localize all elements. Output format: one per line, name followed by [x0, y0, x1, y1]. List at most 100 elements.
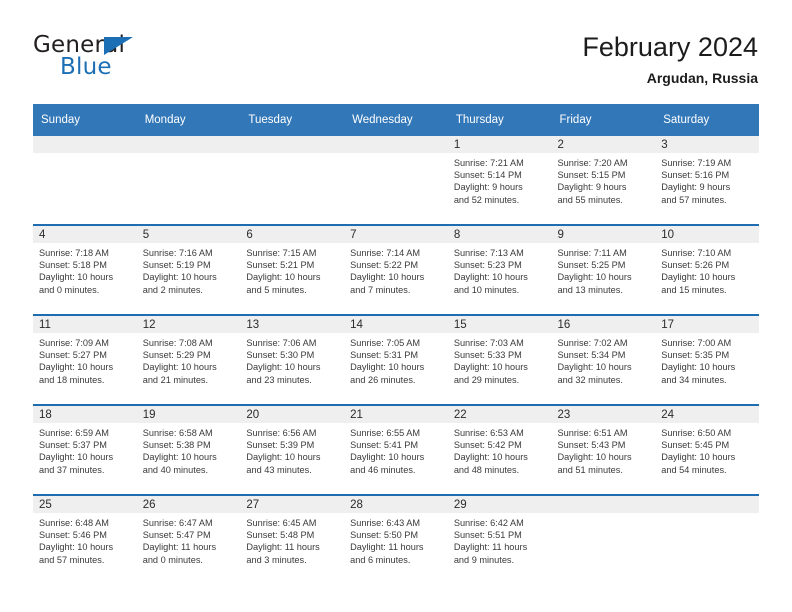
day-number: 28: [344, 496, 448, 513]
daylight-duration-line2: and 21 minutes.: [142, 374, 209, 385]
daylight-duration-line1: Daylight: 10 hours: [453, 362, 528, 373]
calendar-day-cell[interactable]: 27 Sunrise: 6:45 AM Sunset: 5:48 PM Dayligh…: [240, 494, 345, 584]
day-number: [240, 136, 345, 153]
calendar-empty-cell: [33, 136, 137, 225]
day-details: Sunrise: 7:15 AM Sunset: 5:21 PM Daylight:…: [240, 243, 344, 296]
sunrise-time: Sunrise: 7:00 AM: [661, 338, 732, 348]
calendar-day-cell[interactable]: 7 Sunrise: 7:14 AM Sunset: 5:22 PM Daylight…: [344, 224, 448, 315]
day-number: 22: [447, 406, 552, 423]
calendar-day-cell[interactable]: 4 Sunrise: 7:18 AM Sunset: 5:18 PM Daylight…: [33, 224, 137, 315]
sunrise-time: Sunrise: 6:42 AM: [453, 518, 524, 528]
calendar-day-cell[interactable]: 18 Sunrise: 6:59 AM Sunset: 5:37 PM Dayligh…: [33, 404, 137, 495]
calendar-day-cell[interactable]: 5 Sunrise: 7:16 AM Sunset: 5:19 PM Daylight…: [136, 224, 241, 315]
day-details: Sunrise: 7:14 AM Sunset: 5:22 PM Daylight:…: [344, 243, 448, 296]
day-number: 19: [136, 406, 241, 423]
day-number: 8: [447, 226, 552, 243]
calendar-week-row: 1 Sunrise: 7:21 AM Sunset: 5:14 PM Daylight…: [33, 136, 759, 225]
day-details: Sunrise: 6:53 AM Sunset: 5:42 PM Daylight:…: [448, 423, 552, 476]
calendar-day-cell[interactable]: 23 Sunrise: 6:51 AM Sunset: 5:43 PM Dayligh…: [551, 404, 656, 495]
calendar-day-cell[interactable]: 8 Sunrise: 7:13 AM Sunset: 5:23 PM Daylight…: [447, 224, 552, 315]
calendar-day-cell[interactable]: 3 Sunrise: 7:19 AM Sunset: 5:16 PM Daylight…: [655, 136, 759, 225]
sunset-time: Sunset: 5:27 PM: [39, 350, 107, 361]
calendar-day-cell[interactable]: 16 Sunrise: 7:02 AM Sunset: 5:34 PM Dayligh…: [551, 314, 656, 405]
daylight-duration-line2: and 54 minutes.: [661, 464, 727, 475]
calendar-day-cell[interactable]: 28 Sunrise: 6:43 AM Sunset: 5:50 PM Dayligh…: [344, 494, 448, 584]
sunrise-time: Sunrise: 7:16 AM: [142, 248, 213, 258]
daylight-duration-line1: Daylight: 10 hours: [557, 272, 632, 283]
day-details: Sunrise: 7:03 AM Sunset: 5:33 PM Daylight:…: [448, 333, 552, 386]
calendar-day-cell[interactable]: 1 Sunrise: 7:21 AM Sunset: 5:14 PM Daylight…: [447, 136, 552, 225]
calendar-day-cell[interactable]: 14 Sunrise: 7:05 AM Sunset: 5:31 PM Dayligh…: [344, 314, 448, 405]
brand-logo[interactable]: General Blue: [33, 32, 233, 88]
calendar-day-cell[interactable]: 29 Sunrise: 6:42 AM Sunset: 5:51 PM Dayligh…: [447, 494, 552, 584]
day-number: [655, 496, 759, 513]
sunrise-time: Sunrise: 7:10 AM: [661, 248, 732, 258]
calendar-empty-cell: [240, 136, 345, 225]
daylight-duration-line1: Daylight: 10 hours: [246, 272, 321, 283]
day-details: Sunrise: 7:05 AM Sunset: 5:31 PM Daylight:…: [344, 333, 448, 386]
sunrise-time: Sunrise: 6:59 AM: [39, 428, 109, 438]
calendar-day-cell[interactable]: 25 Sunrise: 6:48 AM Sunset: 5:46 PM Dayligh…: [33, 494, 137, 584]
daylight-duration-line1: Daylight: 10 hours: [246, 452, 321, 463]
calendar-day-cell[interactable]: 19 Sunrise: 6:58 AM Sunset: 5:38 PM Dayligh…: [136, 404, 241, 495]
sunrise-time: Sunrise: 6:45 AM: [246, 518, 317, 528]
daylight-duration-line2: and 55 minutes.: [557, 194, 623, 205]
day-details: Sunrise: 6:48 AM Sunset: 5:46 PM Daylight:…: [33, 513, 137, 566]
day-number: 20: [240, 406, 345, 423]
daylight-duration-line2: and 3 minutes.: [246, 554, 307, 565]
day-details: Sunrise: 7:16 AM Sunset: 5:19 PM Daylight:…: [137, 243, 241, 296]
daylight-duration-line1: Daylight: 10 hours: [557, 362, 632, 373]
calendar-day-cell[interactable]: 2 Sunrise: 7:20 AM Sunset: 5:15 PM Daylight…: [551, 136, 656, 225]
calendar-page: General Blue February 2024 Argudan, Russ…: [0, 0, 792, 612]
daylight-duration-line1: Daylight: 10 hours: [453, 452, 528, 463]
calendar-day-cell[interactable]: 21 Sunrise: 6:55 AM Sunset: 5:41 PM Dayligh…: [344, 404, 448, 495]
calendar-day-cell[interactable]: 22 Sunrise: 6:53 AM Sunset: 5:42 PM Dayligh…: [447, 404, 552, 495]
daylight-duration-line2: and 0 minutes.: [39, 284, 100, 295]
weekday-header-tuesday: Tuesday: [240, 104, 345, 136]
calendar-day-cell[interactable]: 9 Sunrise: 7:11 AM Sunset: 5:25 PM Daylight…: [551, 224, 656, 315]
daylight-duration-line1: Daylight: 11 hours: [453, 542, 528, 553]
day-number: 7: [344, 226, 448, 243]
daylight-duration-line2: and 2 minutes.: [142, 284, 203, 295]
day-number: 2: [551, 136, 656, 153]
daylight-duration-line1: Daylight: 9 hours: [453, 182, 523, 193]
sunset-time: Sunset: 5:22 PM: [350, 260, 419, 271]
daylight-duration-line2: and 52 minutes.: [453, 194, 520, 205]
calendar-day-cell[interactable]: 13 Sunrise: 7:06 AM Sunset: 5:30 PM Dayligh…: [240, 314, 345, 405]
sunset-time: Sunset: 5:51 PM: [453, 530, 522, 541]
sunset-time: Sunset: 5:37 PM: [39, 440, 107, 451]
calendar-day-cell[interactable]: 12 Sunrise: 7:08 AM Sunset: 5:29 PM Dayligh…: [136, 314, 241, 405]
day-number: 9: [551, 226, 656, 243]
sunrise-time: Sunrise: 7:15 AM: [246, 248, 317, 258]
daylight-duration-line2: and 40 minutes.: [142, 464, 209, 475]
day-number: 15: [447, 316, 552, 333]
sunset-time: Sunset: 5:16 PM: [661, 170, 730, 181]
calendar-day-cell[interactable]: 26 Sunrise: 6:47 AM Sunset: 5:47 PM Dayligh…: [136, 494, 241, 584]
daylight-duration-line2: and 32 minutes.: [557, 374, 623, 385]
day-number: 16: [551, 316, 656, 333]
sunset-time: Sunset: 5:19 PM: [142, 260, 211, 271]
day-details: Sunrise: 7:18 AM Sunset: 5:18 PM Daylight:…: [33, 243, 137, 296]
calendar-empty-cell: [136, 136, 241, 225]
day-number: 14: [344, 316, 448, 333]
sunset-time: Sunset: 5:18 PM: [39, 260, 107, 271]
calendar-day-cell[interactable]: 17 Sunrise: 7:00 AM Sunset: 5:35 PM Dayligh…: [655, 314, 759, 405]
day-details: Sunrise: 6:47 AM Sunset: 5:47 PM Daylight:…: [137, 513, 241, 566]
sunset-time: Sunset: 5:35 PM: [661, 350, 730, 361]
sunrise-time: Sunrise: 7:14 AM: [350, 248, 421, 258]
calendar-day-cell[interactable]: 10 Sunrise: 7:10 AM Sunset: 5:26 PM Dayligh…: [655, 224, 759, 315]
daylight-duration-line1: Daylight: 10 hours: [661, 452, 736, 463]
daylight-duration-line2: and 57 minutes.: [39, 554, 105, 565]
calendar-day-cell[interactable]: 11 Sunrise: 7:09 AM Sunset: 5:27 PM Dayligh…: [33, 314, 137, 405]
day-number: 27: [240, 496, 345, 513]
calendar-day-cell[interactable]: 6 Sunrise: 7:15 AM Sunset: 5:21 PM Daylight…: [240, 224, 345, 315]
calendar-day-cell[interactable]: 24 Sunrise: 6:50 AM Sunset: 5:45 PM Dayligh…: [655, 404, 759, 495]
calendar-day-cell[interactable]: 15 Sunrise: 7:03 AM Sunset: 5:33 PM Dayligh…: [447, 314, 552, 405]
sunrise-time: Sunrise: 6:51 AM: [557, 428, 628, 438]
calendar-week-row: 11 Sunrise: 7:09 AM Sunset: 5:27 PM Dayligh…: [33, 314, 759, 405]
day-number: 26: [136, 496, 241, 513]
daylight-duration-line1: Daylight: 10 hours: [39, 452, 114, 463]
calendar-day-cell[interactable]: 20 Sunrise: 6:56 AM Sunset: 5:39 PM Dayligh…: [240, 404, 345, 495]
calendar-week-row: 25 Sunrise: 6:48 AM Sunset: 5:46 PM Dayligh…: [33, 494, 759, 584]
day-details: Sunrise: 7:09 AM Sunset: 5:27 PM Daylight:…: [33, 333, 137, 386]
